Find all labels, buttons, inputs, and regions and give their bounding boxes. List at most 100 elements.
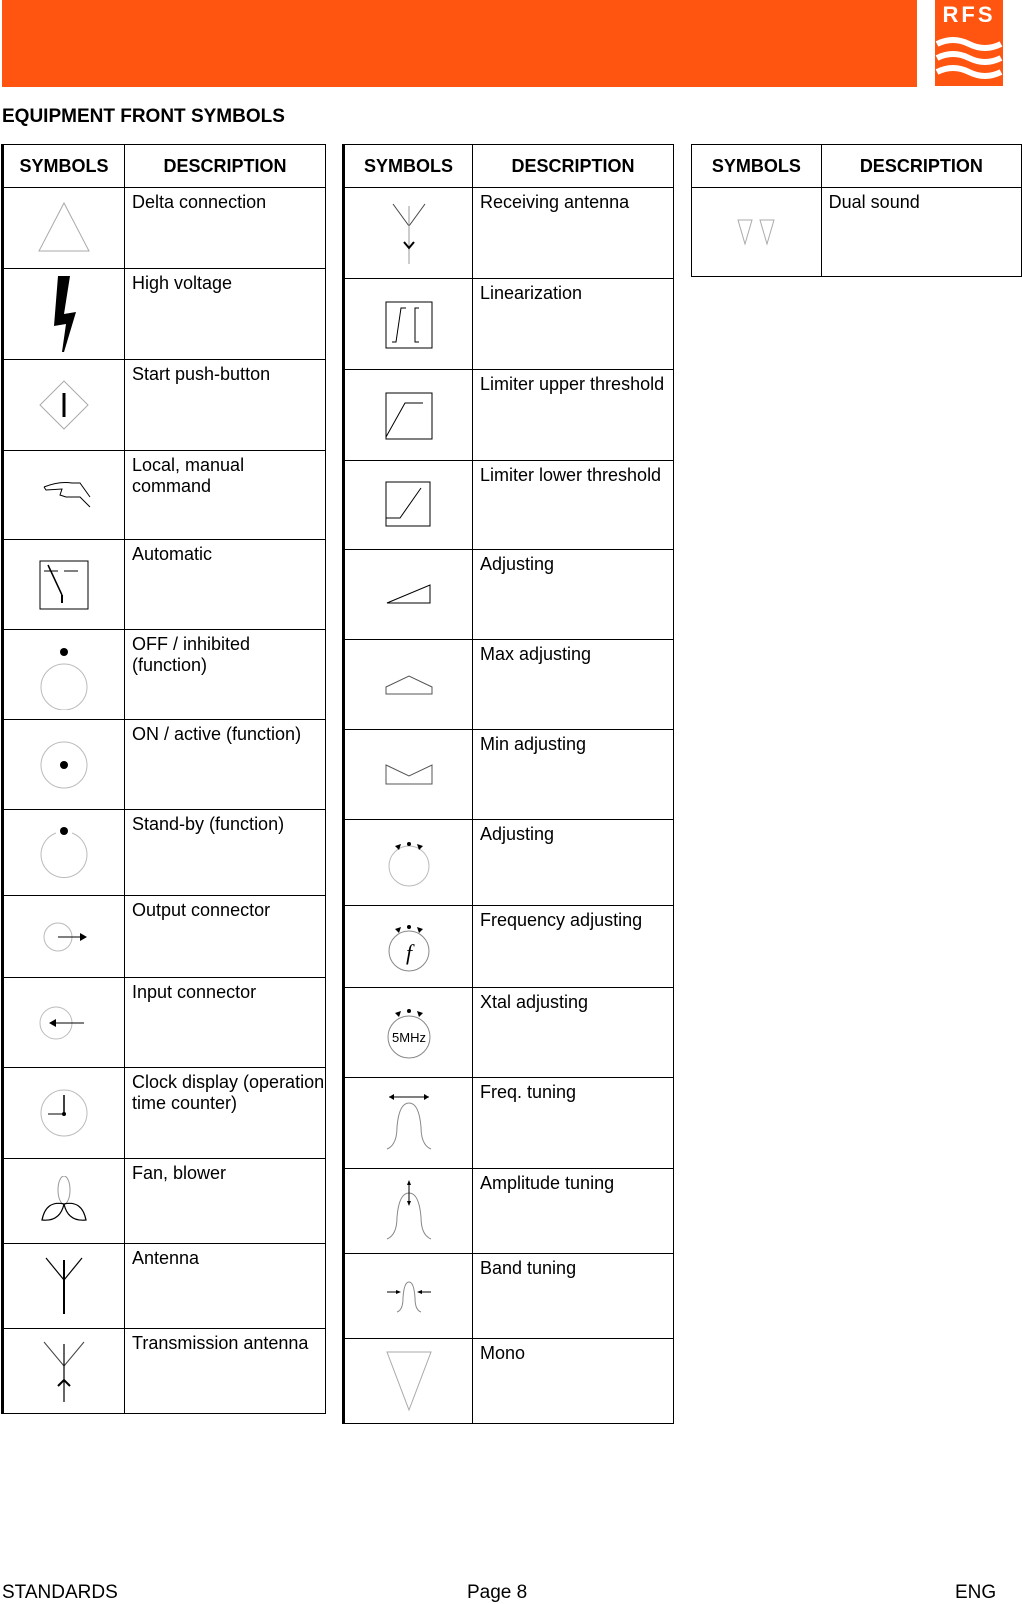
header-symbols: SYMBOLS [691,144,822,188]
output-connector-icon [43,922,87,951]
dual-sound-icon [737,219,775,246]
table-row: Limiter upper threshold [343,369,674,461]
description: Freq. tuning [472,1077,674,1169]
description: Output connector [124,895,326,978]
table-row: Fan, blower [2,1158,326,1244]
table-header-row: SYMBOLS DESCRIPTION [343,144,674,188]
table-row: Stand-by (function) [2,809,326,896]
fan-icon [41,1176,87,1221]
mono-icon [385,1351,432,1412]
table-row: Amplitude tuning [343,1168,674,1254]
automatic-switch-icon [39,560,89,609]
xtal-label: 5MHz [392,1030,426,1045]
table-row: f Frequency adjusting [343,905,674,988]
description: Stand-by (function) [124,809,326,896]
description: Frequency adjusting [472,905,674,988]
description: Limiter upper threshold [472,369,674,461]
description: Band tuning [472,1253,674,1339]
on-active-icon [40,741,88,788]
table-row: Automatic [2,539,326,630]
description: Max adjusting [472,639,674,730]
table-row: 5MHz Xtal adjusting [343,987,674,1078]
page-title: EQUIPMENT FRONT SYMBOLS [2,106,285,127]
adjusting-wedge-icon [386,583,430,603]
table-row: High voltage [2,268,326,360]
description: Automatic [124,539,326,630]
table-row: Transmission antenna [2,1328,326,1414]
header-description: DESCRIPTION [820,144,1022,188]
logo-text: RFS [942,2,996,27]
description: Local, manual command [124,450,326,540]
table-header-row: SYMBOLS DESCRIPTION [2,144,326,188]
input-connector-icon [39,1006,84,1039]
footer-language: ENG [955,1582,997,1603]
description: Limiter lower threshold [472,460,674,550]
amplitude-tuning-icon [386,1180,431,1240]
table-row: Clock display (operation time counter) [2,1067,326,1159]
standby-icon [40,826,88,878]
table-row: Adjusting [343,549,674,640]
freq-tuning-icon [386,1094,431,1150]
description: ON / active (function) [124,719,326,810]
limiter-upper-icon [385,392,432,440]
table-row: Mono [343,1338,674,1424]
table-row: ON / active (function) [2,719,326,810]
description: OFF / inhibited (function) [124,629,326,720]
table-row: Input connector [2,977,326,1068]
table-row: Band tuning [343,1253,674,1339]
start-push-button-icon [39,380,89,430]
table-row: Max adjusting [343,639,674,730]
transmission-antenna-icon [43,1341,85,1402]
description: Xtal adjusting [472,987,674,1078]
adjusting-knob-icon [388,841,429,886]
table-row: OFF / inhibited (function) [2,629,326,720]
table-row: Adjusting [343,819,674,906]
high-voltage-icon [54,276,76,352]
header-banner [2,0,917,87]
limiter-lower-icon [385,481,430,527]
description: Amplitude tuning [472,1168,674,1254]
linearization-icon [385,301,432,349]
page-number: Page 8 [467,1582,528,1603]
frequency-label: f [405,940,414,965]
description: Fan, blower [124,1158,326,1244]
description: Linearization [472,278,674,370]
description: Antenna [124,1243,326,1329]
clock-icon [40,1089,88,1137]
table-row: Local, manual command [2,450,326,540]
table-row: Delta connection [2,187,326,269]
header-description: DESCRIPTION [472,144,674,188]
description: Dual sound [820,187,1022,277]
footer-left: STANDARDS [2,1582,118,1603]
header-symbols: SYMBOLS [343,144,473,188]
table-header-row: SYMBOLS DESCRIPTION [691,144,1022,188]
table-row: Start push-button [2,359,326,451]
description: Transmission antenna [124,1328,326,1414]
table-row: Output connector [2,895,326,978]
table-row: Freq. tuning [343,1077,674,1169]
delta-triangle-icon [38,201,90,252]
frequency-knob-icon: f [388,924,429,971]
description: Adjusting [472,549,674,640]
table-row: Linearization [343,278,674,370]
rfs-logo: RFS [935,0,1003,86]
table-row: Antenna [2,1243,326,1329]
min-adjusting-icon [385,763,432,784]
description: Delta connection [124,187,326,269]
xtal-knob-icon: 5MHz [387,1008,430,1058]
logo-waves-icon [935,37,1003,79]
table-row: Dual sound [691,187,1022,277]
description: Mono [472,1338,674,1424]
description: Receiving antenna [472,187,674,279]
table-row: Limiter lower threshold [343,460,674,550]
symbols-table-3: SYMBOLS DESCRIPTION Dual sound [691,144,1022,277]
max-adjusting-icon [385,674,432,694]
header-description: DESCRIPTION [124,144,326,188]
antenna-icon [45,1257,83,1314]
description: High voltage [124,268,326,360]
receiving-antenna-icon [392,203,425,264]
symbols-table-2: SYMBOLS DESCRIPTION Receiving antenna Li… [342,144,674,1424]
symbols-table-1: SYMBOLS DESCRIPTION Delta connection Hig… [1,144,326,1414]
table-row: Receiving antenna [343,187,674,279]
description: Input connector [124,977,326,1068]
